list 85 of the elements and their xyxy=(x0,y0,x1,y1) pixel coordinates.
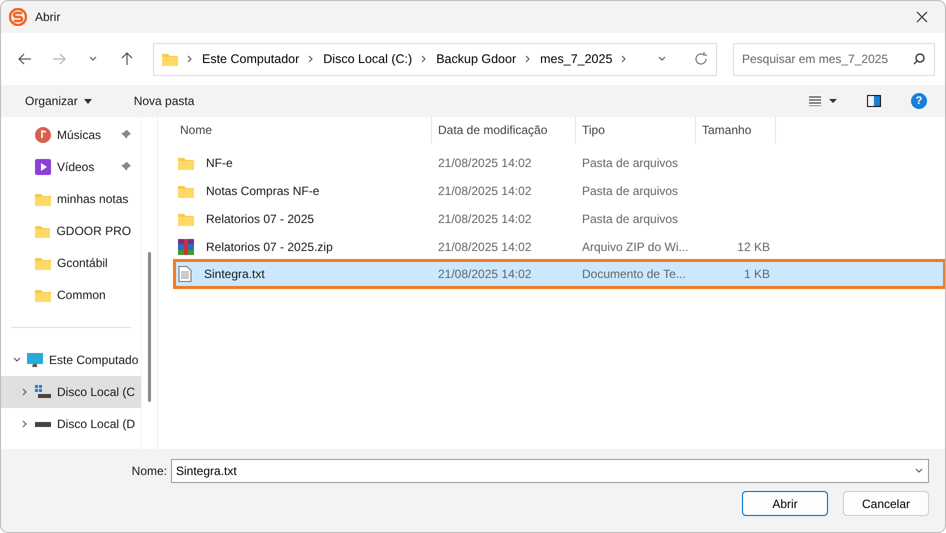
chevron-icon[interactable] xyxy=(21,420,29,428)
file-name: Notas Compras NF-e xyxy=(205,184,320,198)
chevron-icon[interactable] xyxy=(89,55,97,63)
breadcrumb-item[interactable]: Este Computador xyxy=(202,52,300,66)
file-row[interactable]: NF-e 21/08/2025 14:02 Pasta de arquivos xyxy=(174,149,945,177)
folder-icon xyxy=(35,224,50,238)
breadcrumb-item[interactable]: Disco Local (C:) xyxy=(323,52,412,66)
music-note-icon xyxy=(35,127,51,143)
chevron-icon[interactable] xyxy=(915,467,923,475)
file-name: NF-e xyxy=(205,156,234,170)
file-row[interactable]: Relatorios 07 - 2025 21/08/2025 14:02 Pasta de arquivos xyxy=(174,205,945,233)
type-cell-text: Pasta de arquivos xyxy=(581,212,680,226)
date-cell-text: 21/08/2025 14:02 xyxy=(437,267,532,281)
help-button[interactable]: ? xyxy=(911,93,927,109)
date-cell-text: 21/08/2025 14:02 xyxy=(437,184,532,198)
folder-icon xyxy=(35,256,51,270)
search-field[interactable]: Pesquisar em mes_7_2025 xyxy=(733,42,935,76)
date-cell-text: 21/08/2025 14:02 xyxy=(437,156,532,170)
date-cell-text: 21/08/2025 14:02 xyxy=(437,212,532,226)
sidebar-item[interactable]: Common xyxy=(1,279,141,311)
folder-icon xyxy=(162,52,178,66)
file-name: Relatorios 07 - 2025.zip xyxy=(205,240,334,254)
type-cell-text: Documento de Te... xyxy=(581,267,687,281)
folder-icon xyxy=(178,212,194,226)
file-row[interactable]: Sintegra.txt 21/08/2025 14:02 Documento de Te... 1 KB xyxy=(174,260,945,288)
dialog-button[interactable]: Abrir xyxy=(742,491,828,516)
column-header[interactable]: Tamanho xyxy=(696,117,776,143)
column-header[interactable]: Nome xyxy=(174,117,432,143)
sidebar-item[interactable]: Músicas xyxy=(1,119,141,151)
video-play-icon xyxy=(35,159,51,175)
folder-icon xyxy=(178,156,194,170)
address-bar[interactable]: Este Computador Disco Local (C:) Backup Gdoor mes_7_2025 xyxy=(153,42,717,76)
sidebar-item[interactable]: Disco Local (C xyxy=(1,376,141,408)
chevron-icon[interactable] xyxy=(420,55,428,63)
file-row[interactable]: Relatorios 07 - 2025.zip 21/08/2025 14:02 Arquivo ZIP do Wi... 12 KB xyxy=(174,233,945,261)
column-header[interactable]: Data de modificação xyxy=(432,117,576,143)
document-icon xyxy=(178,266,192,282)
toolbar-button[interactable]: Organizar xyxy=(19,93,98,109)
up-arrow-icon xyxy=(121,52,133,66)
folder-icon xyxy=(35,192,51,206)
dialog-button[interactable]: Cancelar xyxy=(843,491,929,516)
type-cell-text: Pasta de arquivos xyxy=(581,156,680,170)
date-cell-text: 21/08/2025 14:02 xyxy=(437,240,532,254)
drive-icon xyxy=(35,422,51,426)
sidebar-item[interactable]: GDOOR PRO xyxy=(1,215,141,247)
file-row[interactable]: Notas Compras NF-e 21/08/2025 14:02 Pasta de arquivos xyxy=(174,177,945,205)
type-cell-text: Pasta de arquivos xyxy=(581,184,680,198)
sidebar-item[interactable]: Gcontábil xyxy=(1,247,141,279)
refresh-icon[interactable] xyxy=(694,52,708,66)
toolbar-button[interactable]: Nova pasta xyxy=(128,93,200,109)
filename-label: Nome: xyxy=(132,464,167,478)
back-arrow-icon xyxy=(18,53,32,65)
forward-arrow-icon xyxy=(52,53,66,65)
dropdown-caret-icon xyxy=(84,98,92,104)
view-list-icon[interactable] xyxy=(809,96,837,106)
file-name: Relatorios 07 - 2025 xyxy=(205,212,316,226)
size-cell-text: 12 KB xyxy=(736,240,771,254)
preview-pane-icon[interactable] xyxy=(867,95,881,107)
type-cell-text: Arquivo ZIP do Wi... xyxy=(581,240,690,254)
drive-icon xyxy=(35,385,51,399)
chevron-icon[interactable] xyxy=(524,55,532,63)
breadcrumb-item[interactable]: Backup Gdoor xyxy=(436,52,516,66)
chevron-icon[interactable] xyxy=(186,55,194,63)
monitor-icon xyxy=(27,352,43,368)
folder-icon xyxy=(178,184,194,198)
close-icon xyxy=(916,11,928,23)
breadcrumb-item[interactable]: mes_7_2025 xyxy=(540,52,612,66)
sidebar-item[interactable]: minhas notas xyxy=(1,183,141,215)
filename-field[interactable]: Sintegra.txt xyxy=(171,459,929,483)
chevron-icon[interactable] xyxy=(307,55,316,63)
sidebar-item[interactable]: Vídeos xyxy=(1,151,141,183)
chevron-icon[interactable] xyxy=(13,356,21,364)
archive-icon xyxy=(178,239,194,255)
file-name: Sintegra.txt xyxy=(203,267,266,281)
chevron-icon[interactable] xyxy=(658,55,666,63)
sidebar-item[interactable]: Disco Local (D xyxy=(1,408,141,440)
column-header[interactable]: Tipo xyxy=(576,117,696,143)
chevron-icon[interactable] xyxy=(21,388,29,396)
app-logo-icon xyxy=(9,8,27,26)
window-title: Abrir xyxy=(35,10,62,24)
size-cell-text: 1 KB xyxy=(742,267,771,281)
chevron-icon[interactable] xyxy=(620,55,628,63)
folder-icon xyxy=(35,288,51,302)
search-icon xyxy=(913,52,925,64)
sidebar-item[interactable]: Este Computado xyxy=(1,344,141,376)
